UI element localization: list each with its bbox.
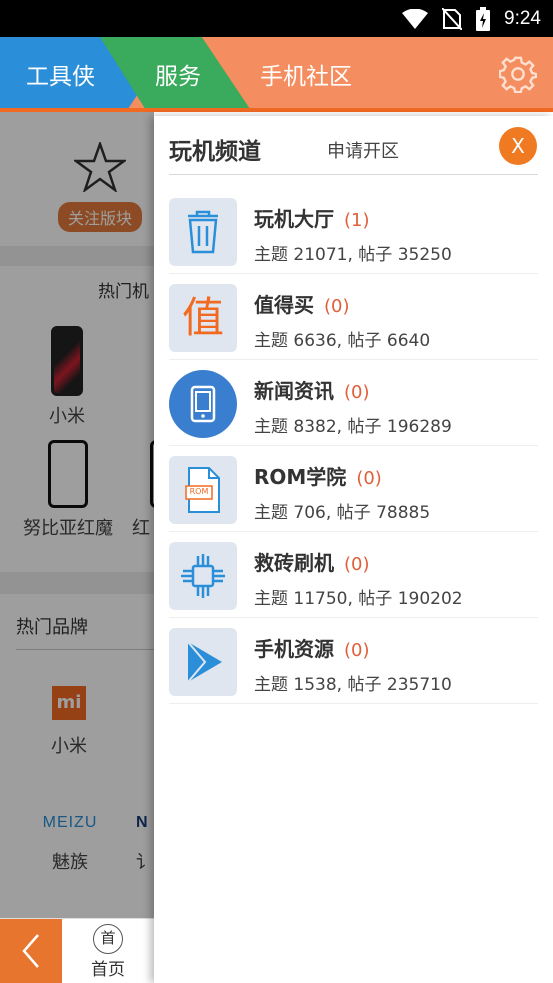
value-icon-text: 值 (181, 293, 224, 342)
channel-count: (0) (344, 382, 370, 403)
channel-title: ROM学院 (0) (254, 461, 382, 490)
channel-name: 救砖刷机 (254, 551, 334, 575)
channel-title: 值得买 (0) (254, 289, 350, 318)
channel-name: 玩机大厅 (254, 207, 334, 231)
status-bar: 9:24 (0, 0, 553, 37)
channel-row-flash[interactable]: 救砖刷机 (0) 主题 11750, 帖子 190202 (169, 532, 538, 618)
play-icon (169, 628, 237, 696)
channel-count: (0) (344, 640, 370, 661)
top-header: 工具侠 服务 手机社区 (0, 37, 553, 112)
tab-service[interactable]: 服务 (155, 57, 201, 91)
home-button[interactable]: 首 首页 (62, 919, 154, 983)
status-time: 9:24 (504, 8, 541, 29)
channel-stats: 主题 1538, 帖子 235710 (254, 675, 452, 695)
chevron-left-icon (22, 934, 39, 968)
home-label: 首页 (91, 960, 125, 980)
close-button[interactable]: X (499, 127, 537, 165)
channel-count: (1) (344, 210, 370, 231)
channel-count: (0) (344, 554, 370, 575)
back-button[interactable] (0, 919, 62, 983)
tab-phone-community[interactable]: 手机社区 (260, 57, 352, 91)
no-sim-icon (442, 8, 463, 30)
channel-count: (0) (324, 296, 350, 317)
channel-name: ROM学院 (254, 465, 347, 489)
channel-stats: 主题 21071, 帖子 35250 (254, 245, 452, 265)
rom-file-icon: ROM (169, 456, 237, 524)
rom-icon-text: ROM (189, 487, 209, 496)
channel-title: 玩机大厅 (1) (254, 203, 370, 232)
channel-name: 新闻资讯 (254, 379, 334, 403)
channel-stats: 主题 6636, 帖子 6640 (254, 331, 431, 351)
channel-name: 值得买 (254, 293, 314, 317)
channel-row-deals[interactable]: 值 值得买 (0) 主题 6636, 帖子 6640 (169, 274, 538, 360)
trash-icon (169, 198, 237, 266)
channel-title: 新闻资讯 (0) (254, 375, 370, 404)
status-icons: 9:24 (402, 7, 541, 31)
channel-row-resources[interactable]: 手机资源 (0) 主题 1538, 帖子 235710 (169, 618, 538, 704)
channel-row-news[interactable]: 新闻资讯 (0) 主题 8382, 帖子 196289 (169, 360, 538, 446)
channel-row-rom[interactable]: ROM ROM学院 (0) 主题 706, 帖子 78885 (169, 446, 538, 532)
dim-overlay[interactable] (0, 112, 154, 918)
battery-icon (476, 7, 491, 31)
channel-stats: 主题 706, 帖子 78885 (254, 503, 431, 523)
apply-zone-button[interactable]: 申请开区 (327, 137, 399, 163)
channel-name: 手机资源 (254, 637, 334, 661)
value-icon: 值 (169, 284, 237, 352)
drawer-divider (169, 174, 538, 175)
home-icon: 首 (93, 924, 123, 954)
channel-row-hall[interactable]: 玩机大厅 (1) 主题 21071, 帖子 35250 (169, 188, 538, 274)
phone-icon (169, 370, 237, 438)
bottom-nav: 首 首页 (0, 918, 154, 983)
channel-stats: 主题 8382, 帖子 196289 (254, 417, 452, 437)
drawer-title: 玩机频道 (169, 139, 261, 165)
chip-icon (169, 542, 237, 610)
channel-drawer: 玩机频道 申请开区 X 玩机大厅 (1) 主题 21071, 帖子 35250 值… (154, 116, 553, 983)
wifi-icon (402, 9, 429, 29)
channel-count: (0) (356, 468, 382, 489)
tab-toolman[interactable]: 工具侠 (26, 57, 95, 91)
gear-icon[interactable] (499, 55, 537, 93)
channel-title: 救砖刷机 (0) (254, 547, 370, 576)
channel-title: 手机资源 (0) (254, 633, 370, 662)
channel-stats: 主题 11750, 帖子 190202 (254, 589, 463, 609)
